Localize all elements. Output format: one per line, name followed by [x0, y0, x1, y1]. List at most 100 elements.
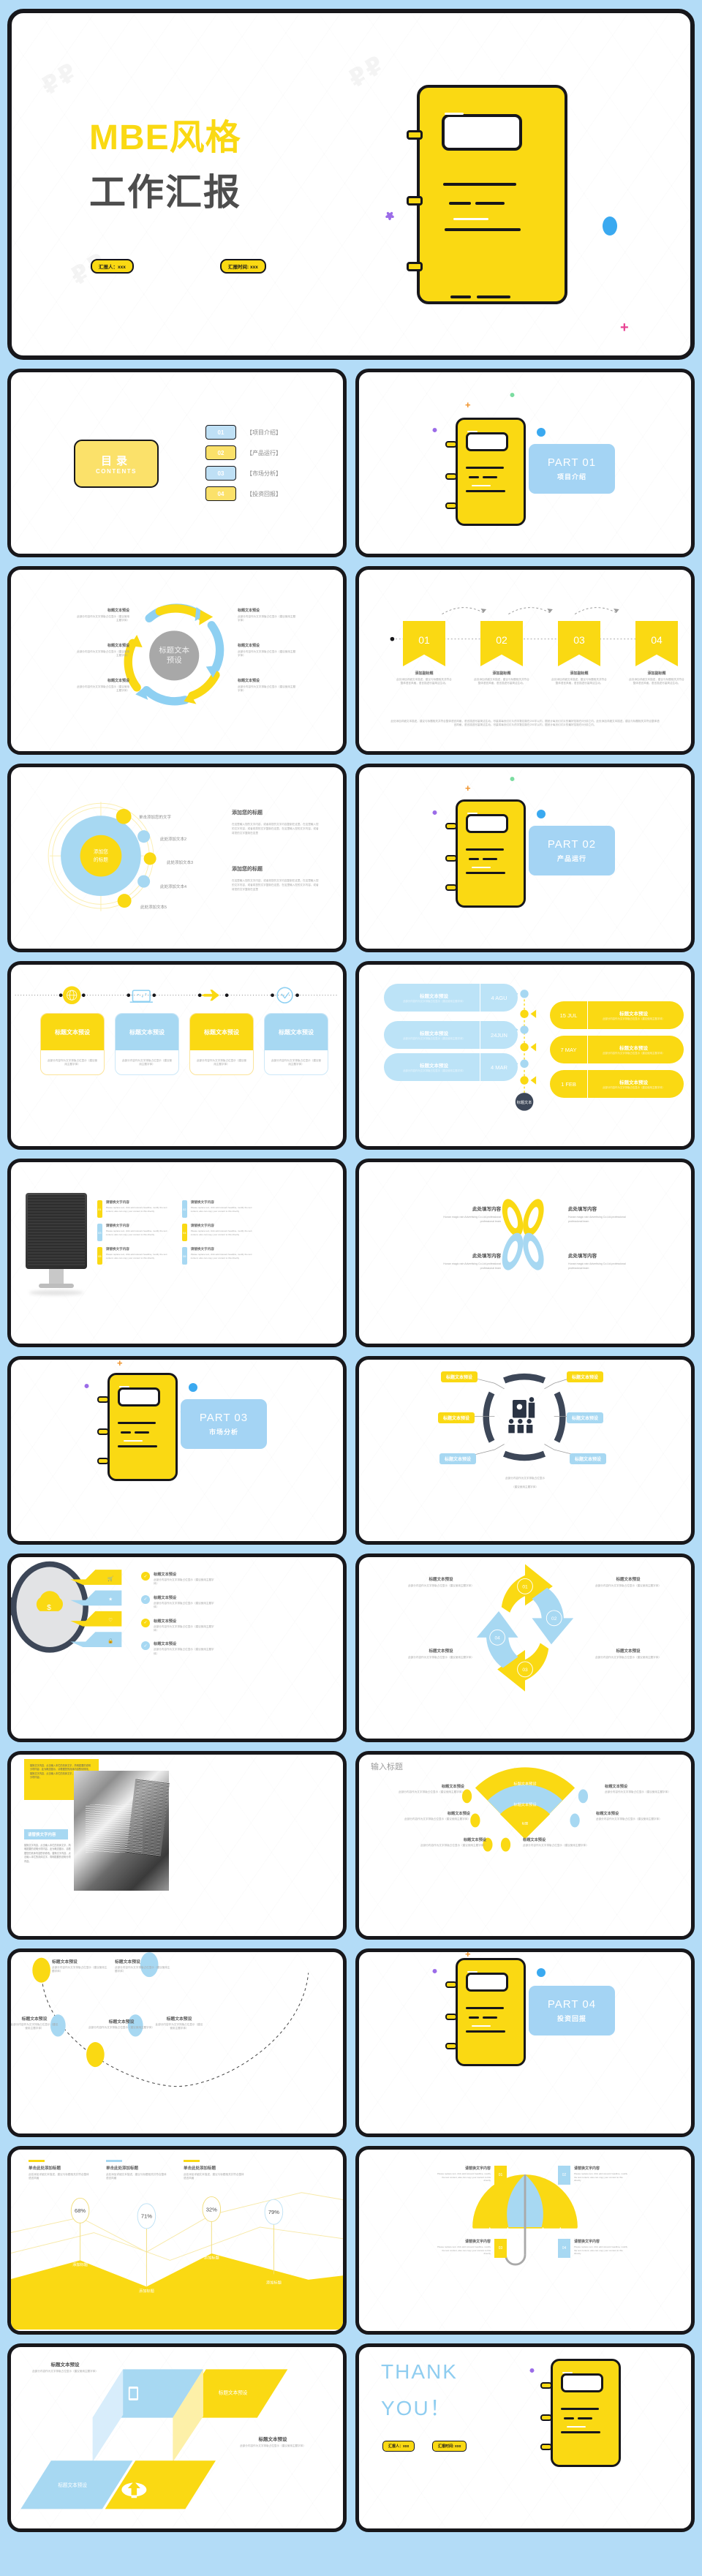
date-card-left[interactable]: 标题文本预设 此部分内容作为文字排版占位显示（建议使用主题字体） 4 MAR — [384, 1053, 518, 1081]
slide-swirl-diagram[interactable]: 标题文本 预设 标题文本预设 此部分内容作为文字排版占位显示（建议使用主题字体）… — [7, 566, 347, 755]
umbrella-item[interactable]: 请替换文字内容 Please replace text, click add r… — [437, 2166, 507, 2185]
bubble-label[interactable]: 此处添加文本3 — [167, 859, 193, 865]
monitor-item[interactable]: 04 请替换文字内容 Please replace text, click ad… — [182, 1224, 258, 1241]
thanks-tag-date[interactable]: 汇报时间: xxx — [432, 2438, 467, 2452]
petal-item[interactable]: 此处填写内容 Hunan magic rain Advertising Co.L… — [568, 1205, 630, 1224]
magnifier-item[interactable]: ✓ 标题文本预设 此部分内容作为文字排版占位显示（建议使用主题字体） — [141, 1572, 218, 1586]
magnifier-item[interactable]: ✓ 标题文本预设 此部分内容作为文字排版占位显示（建议使用主题字体） — [141, 1641, 218, 1656]
fan-item[interactable]: 标题文本预设 此部分内容作为文字排版占位显示（建议使用主题字体） — [596, 1811, 678, 1821]
magnifier-item[interactable]: ✓ 标题文本预设 此部分内容作为文字排版占位显示（建议使用主题字体） — [141, 1618, 218, 1633]
swirl-item[interactable]: 标题文本预设 此部分内容作为文字排版占位显示（建议使用主题字体） — [75, 643, 129, 658]
bubble-label[interactable]: 此处添加文本4 — [160, 884, 186, 889]
monitor-item[interactable]: 02 请替换文字内容 Please replace text, click ad… — [182, 1200, 258, 1218]
slide-contents[interactable]: 目录 CONTENTS 01 【项目介绍】 02 【产品运行】 03 【市场分析… — [7, 369, 347, 557]
bubble-label[interactable]: 单击添加您的文字 — [139, 814, 171, 820]
date-card-left[interactable]: 标题文本预设 此部分内容作为文字排版占位显示（建议使用主题字体） 24JUN — [384, 1021, 518, 1049]
slide-fan[interactable]: 输入标题 标题文本预设 标题文本预设 标题 标题文本预设 此部分内容作为文字排版… — [355, 1751, 695, 1940]
slide-cycle-arrows[interactable]: 01 02 03 04 标题文本预设 此部分内容作为文字排版占位显示（建议使用主题字… — [355, 1553, 695, 1742]
banner-item[interactable]: 01 添加副标题 此处添加详细文本描述，建议与标题相关并符合整体语言风格，语言描… — [396, 621, 453, 686]
slide-part-02[interactable]: + PART 02 产品运行 — [355, 764, 695, 952]
petal-item[interactable]: 此处填写内容 Hunan magic rain Advertising Co.L… — [439, 1205, 501, 1224]
fan-item[interactable]: 标题文本预设 此部分内容作为文字排版占位显示（建议使用主题字体） — [406, 1837, 486, 1848]
swirl-item[interactable]: 标题文本预设 此部分内容作为文字排版占位显示（建议使用主题字体） — [238, 643, 296, 658]
contents-item[interactable]: 01 【项目介绍】 — [205, 425, 282, 440]
cycle-item[interactable]: 标题文本预设 此部分内容作为文字排版占位显示（建议使用主题字体） — [592, 1648, 665, 1660]
hub-tag[interactable]: 标题文本预设 — [438, 1412, 475, 1423]
swirl-item[interactable]: 标题文本预设 此部分内容作为文字排版占位显示（建议使用主题字体） — [238, 678, 296, 693]
timeline-card[interactable]: 标题文本预设 此部分内容作为文字排版占位显示（建议使用主题字体） — [115, 1013, 179, 1075]
petal-item[interactable]: 此处填写内容 Hunan magic rain Advertising Co.L… — [568, 1251, 630, 1271]
banner-item[interactable]: 02 添加副标题 此处添加详细文本描述，建议与标题相关并符合整体语言风格，语言描… — [474, 621, 530, 686]
monitor-item[interactable]: 03 请替换文字内容 Please replace text, click ad… — [97, 1224, 173, 1241]
umbrella-item[interactable]: 请替换文字内容 Please replace text, click add r… — [437, 2239, 507, 2258]
magnifier-item[interactable]: ✓ 标题文本预设 此部分内容作为文字排版占位显示（建议使用主题字体） — [141, 1594, 218, 1610]
fan-item[interactable]: 标题文本预设 此部分内容作为文字排版占位显示（建议使用主题字体） — [523, 1837, 603, 1848]
slide-date-timeline[interactable]: 标题文本 标题文本预设 此部分内容作为文字排版占位显示（建议使用主题字体） 4 … — [355, 961, 695, 1150]
banner-item[interactable]: 04 添加副标题 此处添加详细文本描述，建议与标题相关并符合整体语言风格，语言描… — [629, 621, 685, 686]
hub-tag[interactable]: 标题文本预设 — [570, 1453, 607, 1464]
slide-petals[interactable]: 此处填写内容 Hunan magic rain Advertising Co.L… — [355, 1159, 695, 1347]
iso-item[interactable]: 标题文本预设 此部分内容作为文字排版占位显示（建议使用主题字体） — [31, 2360, 99, 2373]
contents-item[interactable]: 02 【产品运行】 — [205, 445, 282, 460]
hub-tag[interactable]: 标题文本预设 — [567, 1412, 604, 1423]
bubble-text-block[interactable]: 添加您的标题 在这里输入您的文字内容，或者将您的文字内容复制在这里。在这里输入您… — [232, 865, 320, 892]
banner-item[interactable]: 03 添加副标题 此处添加详细文本描述，建议与标题相关并符合整体语言风格，语言描… — [551, 621, 608, 686]
fan-item[interactable]: 标题文本预设 此部分内容作为文字排版占位显示（建议使用主题字体） — [605, 1784, 678, 1794]
petal-item[interactable]: 此处填写内容 Hunan magic rain Advertising Co.L… — [439, 1251, 501, 1271]
slide-percent-chart[interactable]: 单击此处添加标题 此处添加详细文本描述，建议与标题相关并符合整体语言风格 单击此… — [7, 2146, 347, 2335]
slide-umbrella[interactable]: 请替换文字内容 Please replace text, click add r… — [355, 2146, 695, 2335]
thanks-tag-presenter[interactable]: 汇报人：xxx — [382, 2438, 415, 2452]
cover-tag-date[interactable]: 汇报时间: xxx — [220, 259, 266, 274]
fan-item[interactable]: 标题文本预设 此部分内容作为文字排版占位显示（建议使用主题字体） — [388, 1811, 470, 1821]
bubble-label[interactable]: 此处添加文本5 — [140, 904, 167, 910]
cover-tag-presenter[interactable]: 汇报人：xxx — [91, 259, 134, 274]
date-card-left[interactable]: 标题文本预设 此部分内容作为文字排版占位显示（建议使用主题字体） 4 AGU — [384, 984, 518, 1012]
hub-tag[interactable]: 标题文本预设 — [439, 1453, 477, 1464]
cycle-item[interactable]: 标题文本预设 此部分内容作为文字排版占位显示（建议使用主题字体） — [592, 1576, 665, 1588]
arc-item[interactable]: 标题文本预设 此部分内容作为文字排版占位显示（建议使用主题字体） — [11, 2015, 59, 2031]
contents-item[interactable]: 04 【投资回报】 — [205, 486, 282, 501]
monitor-item[interactable]: 06 请替换文字内容 Please replace text, click ad… — [182, 1247, 258, 1265]
slide-magnifier[interactable]: $ 🛒 ★ ♡ 🔒 ✓ 标题文本预设 此部分内容作为文字排版占位显示（建议使用主题字… — [7, 1553, 347, 1742]
slide-banner-timeline[interactable]: 01 添加副标题 此处添加详细文本描述，建议与标题相关并符合整体语言风格，语言描… — [355, 566, 695, 755]
bubble-text-block[interactable]: 添加您的标题 在这里输入您的文字内容，或者将您的文字内容复制在这里。在这里输入您… — [232, 809, 320, 835]
slide-iso-blocks[interactable]: 标题文本预设 标题文本预设 标题文本预设 此部分内容作为文字排版占位显示（建议使… — [7, 2343, 347, 2532]
umbrella-item[interactable]: 04 请替换文字内容 Please replace text, click ad… — [558, 2239, 628, 2258]
cycle-item[interactable]: 标题文本预设 此部分内容作为文字排版占位显示（建议使用主题字体） — [404, 1576, 478, 1588]
monitor-item[interactable]: 01 请替换文字内容 Please replace text, click ad… — [97, 1200, 173, 1218]
slide-part-03[interactable]: + PART 03 市场分析 — [7, 1356, 347, 1545]
slide-icon-timeline[interactable]: 标题文本预设 此部分内容作为文字排版占位显示（建议使用主题字体） 标题文本预设 … — [7, 961, 347, 1150]
slide-part-01[interactable]: + PART 01 项目介绍 — [355, 369, 695, 557]
monitor-item[interactable]: 05 请替换文字内容 Please replace text, click ad… — [97, 1247, 173, 1265]
arc-item[interactable]: 标题文本预设 此部分内容作为文字排版占位显示（建议使用主题字体） — [81, 2018, 162, 2030]
arc-item[interactable]: 标题文本预设 此部分内容作为文字排版占位显示（建议使用主题字体） — [154, 2015, 204, 2031]
cycle-item[interactable]: 标题文本预设 此部分内容作为文字排版占位显示（建议使用主题字体） — [404, 1648, 478, 1660]
date-card-right[interactable]: 15 JUL 标题文本预设 此部分内容作为文字排版占位显示（建议使用主题字体） — [550, 1001, 684, 1029]
umbrella-item[interactable]: 02 请替换文字内容 Please replace text, click ad… — [558, 2166, 628, 2185]
slide-thank-you[interactable]: + + THANK YOU！ 汇报人：xxx 汇报时间: xxx — [355, 2343, 695, 2532]
slide-photo[interactable]: 替换文字内容、点击输入本栏的具体文字，简明扼要的说明分项内容，此为概念图示，请根… — [7, 1751, 347, 1940]
slide-monitor[interactable]: 01 请替换文字内容 Please replace text, click ad… — [7, 1159, 347, 1347]
swirl-item[interactable]: 标题文本预设 此部分内容作为文字排版占位显示（建议使用主题字体） — [75, 678, 129, 693]
arc-item[interactable]: 标题文本预设 此部分内容作为文字排版占位显示（建议使用主题字体） — [52, 1958, 109, 1974]
arc-item[interactable]: 标题文本预设 此部分内容作为文字排版占位显示（建议使用主题字体） — [115, 1958, 172, 1974]
timeline-card[interactable]: 标题文本预设 此部分内容作为文字排版占位显示（建议使用主题字体） — [264, 1013, 328, 1075]
swirl-item[interactable]: 标题文本预设 此部分内容作为文字排版占位显示（建议使用主题字体） — [75, 608, 129, 623]
slide-cover[interactable]: ₽₽ ₽₽ ₽₽ ₽₽ + + MBE风格 工作汇报 汇报人：xx — [7, 9, 695, 360]
slide-bubble-circle[interactable]: 添加您 的标题 单击添加您的文字 此处添加文本2 此处添加文本3 此处添加文本4… — [7, 764, 347, 952]
slide-part-04[interactable]: + PART 04 投资回报 — [355, 1948, 695, 2137]
hub-tag[interactable]: 标题文本预设 — [567, 1371, 604, 1382]
bubble-label[interactable]: 此处添加文本2 — [160, 836, 186, 842]
timeline-card[interactable]: 标题文本预设 此部分内容作为文字排版占位显示（建议使用主题字体） — [189, 1013, 254, 1075]
date-card-body: 此部分内容作为文字排版占位显示（建议使用主题字体） — [603, 1017, 665, 1020]
hub-tag[interactable]: 标题文本预设 — [441, 1371, 478, 1382]
timeline-card[interactable]: 标题文本预设 此部分内容作为文字排版占位显示（建议使用主题字体） — [40, 1013, 105, 1075]
fan-item[interactable]: 标题文本预设 此部分内容作为文字排版占位显示（建议使用主题字体） — [391, 1784, 464, 1794]
date-card-right[interactable]: 7 MAY 标题文本预设 此部分内容作为文字排版占位显示（建议使用主题字体） — [550, 1036, 684, 1063]
swirl-item[interactable]: 标题文本预设 此部分内容作为文字排版占位显示（建议使用主题字体） — [238, 608, 296, 623]
contents-item[interactable]: 03 【市场分析】 — [205, 466, 282, 481]
slide-arc-diagram[interactable]: 标题文本预设 此部分内容作为文字排版占位显示（建议使用主题字体） 标题文本预设 … — [7, 1948, 347, 2137]
date-card-right[interactable]: 1 FEB 标题文本预设 此部分内容作为文字排版占位显示（建议使用主题字体） — [550, 1070, 684, 1098]
slide-hub-diagram[interactable]: 标题文本预设 标题文本预设 标题文本预设 标题文本预设 标题文本预设 标题文本预… — [355, 1356, 695, 1545]
iso-item[interactable]: 标题文本预设 此部分内容作为文字排版占位显示（建议使用主题字体） — [236, 2435, 309, 2448]
